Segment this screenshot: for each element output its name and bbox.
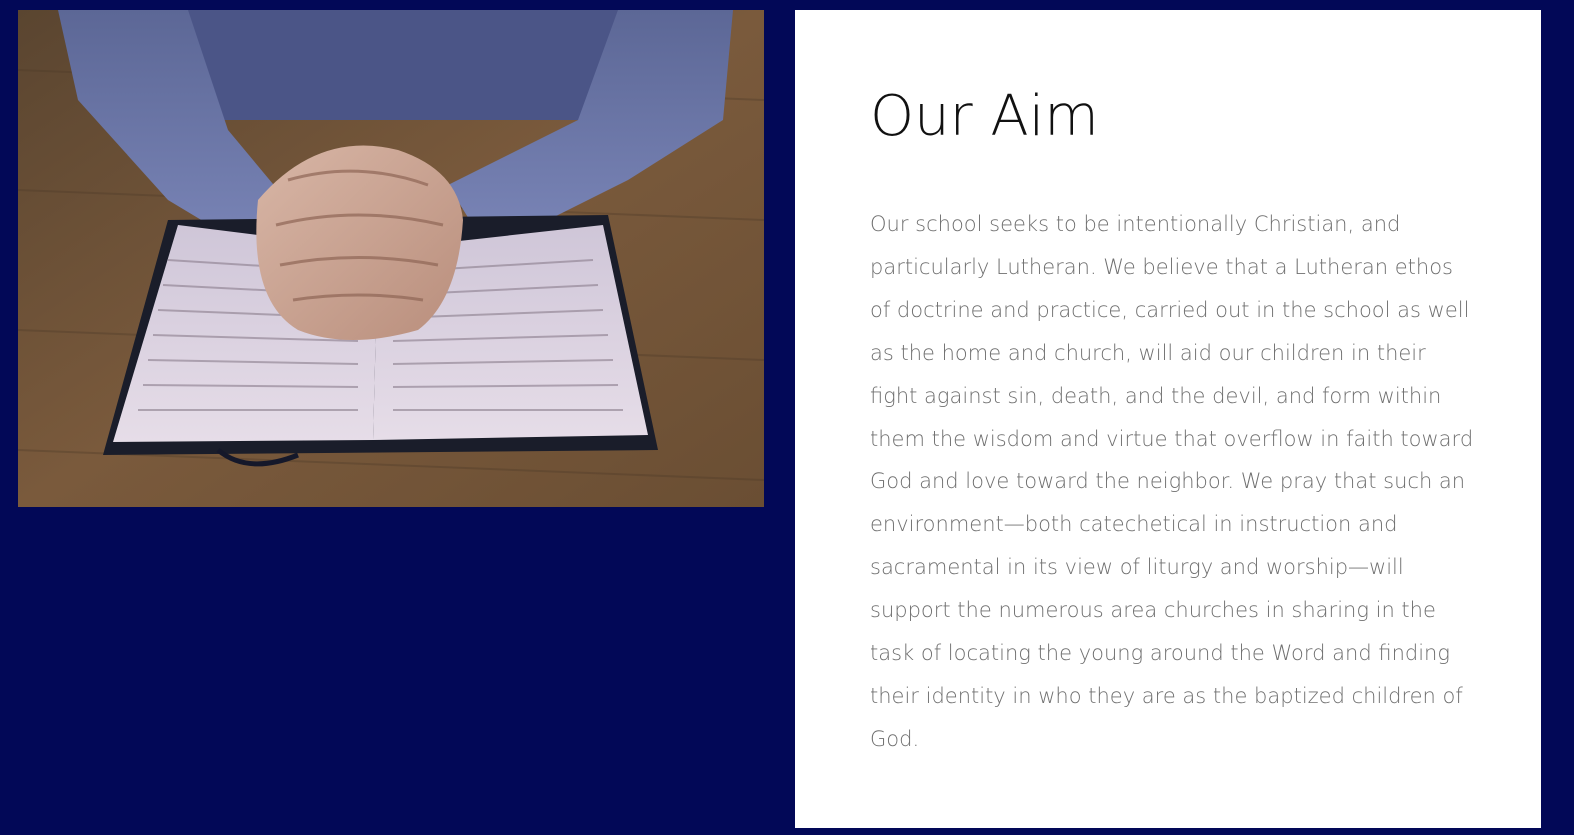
praying-hands-bible-photo	[18, 10, 764, 507]
section-title: Our Aim	[870, 84, 1099, 149]
aim-body-text: Our school seeks to be intentionally Chr…	[870, 212, 1474, 751]
our-aim-card: Our Aim Our school seeks to be intention…	[795, 10, 1541, 828]
